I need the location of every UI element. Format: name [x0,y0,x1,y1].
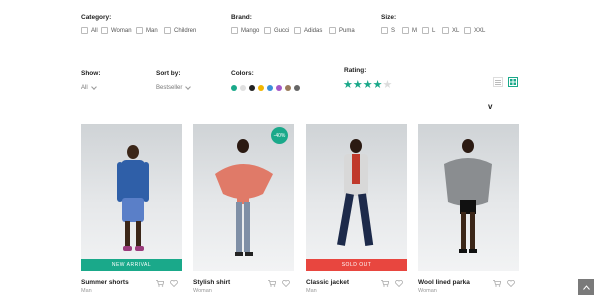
chevron-up-icon [582,284,590,290]
category-all-checkbox[interactable]: All [81,27,98,34]
product-image[interactable]: -40% [193,124,294,271]
product-category: Man [306,288,317,294]
sold-out-banner: SOLD OUT [306,259,407,271]
size-xxl-checkbox[interactable]: XXL [464,27,485,34]
star-icon[interactable]: ★ [353,80,363,91]
brand-mango-checkbox[interactable]: Mango [231,27,259,34]
product-card[interactable]: Wool lined parka Woman [418,124,519,294]
category-woman-checkbox[interactable]: Woman [101,27,132,34]
sort-marker: v [488,102,493,111]
cart-icon[interactable] [381,280,389,287]
product-image[interactable] [418,124,519,271]
brand-puma-checkbox[interactable]: Puma [329,27,355,34]
sortby-label: Sort by: [156,70,181,77]
scroll-top-button[interactable] [578,279,594,295]
star-icon[interactable]: ★ [373,80,383,91]
product-image[interactable]: NEW ARRIVAL [81,124,182,271]
product-photo-figure [337,139,374,247]
chevron-down-icon [185,84,192,90]
cart-icon[interactable] [156,280,164,287]
product-name[interactable]: Summer shorts [81,279,129,286]
product-photo-figure [215,139,273,256]
brand-gucci-checkbox[interactable]: Gucci [264,27,289,34]
size-xl-checkbox[interactable]: XL [442,27,459,34]
cart-icon[interactable] [268,280,276,287]
new-arrival-banner: NEW ARRIVAL [81,259,182,271]
show-label: Show: [81,70,101,77]
product-category: Man [81,288,92,294]
product-image[interactable]: SOLD OUT [306,124,407,271]
product-photo-figure [444,139,492,253]
color-swatch[interactable] [249,85,255,91]
product-photo-figure [117,145,149,251]
product-name[interactable]: Wool lined parka [418,279,470,286]
sortby-select[interactable]: Bestseller [156,84,192,91]
list-view-button[interactable] [493,77,503,87]
heart-icon[interactable] [282,280,290,287]
star-icon[interactable]: ★ [343,80,353,91]
size-label: Size: [381,14,397,21]
color-swatch[interactable] [231,85,237,91]
heart-icon[interactable] [170,280,178,287]
heart-icon[interactable] [507,280,515,287]
brand-label: Brand: [231,14,252,21]
category-label: Category: [81,14,112,21]
color-swatch[interactable] [258,85,264,91]
product-name[interactable]: Stylish shirt [193,279,230,286]
star-icon[interactable]: ★ [383,80,393,91]
color-swatches [231,85,303,91]
discount-badge: -40% [271,127,288,144]
rating-stars: ★ ★ ★ ★ ★ [343,80,392,91]
product-card[interactable]: SOLD OUT Classic jacket Man [306,124,407,294]
grid-view-button[interactable] [508,77,518,87]
colors-label: Colors: [231,70,254,77]
product-name[interactable]: Classic jacket [306,279,349,286]
size-l-checkbox[interactable]: L [422,27,435,34]
rating-label: Rating: [344,67,367,74]
chevron-down-icon [90,84,97,90]
color-swatch[interactable] [285,85,291,91]
heart-icon[interactable] [395,280,403,287]
color-swatch[interactable] [240,85,246,91]
size-m-checkbox[interactable]: M [402,27,417,34]
size-s-checkbox[interactable]: S [381,27,395,34]
color-swatch[interactable] [276,85,282,91]
show-select[interactable]: All [81,84,97,91]
grid-icon [510,79,516,85]
category-children-checkbox[interactable]: Children [164,27,196,34]
cart-icon[interactable] [493,280,501,287]
color-swatch[interactable] [294,85,300,91]
list-icon [495,79,501,85]
product-card[interactable]: -40% Stylish shirt Woman [193,124,294,294]
product-category: Woman [193,288,212,294]
product-category: Woman [418,288,437,294]
brand-adidas-checkbox[interactable]: Adidas [294,27,322,34]
color-swatch[interactable] [267,85,273,91]
product-card[interactable]: NEW ARRIVAL Summer shorts Man [81,124,182,294]
star-icon[interactable]: ★ [363,80,373,91]
category-man-checkbox[interactable]: Man [136,27,158,34]
